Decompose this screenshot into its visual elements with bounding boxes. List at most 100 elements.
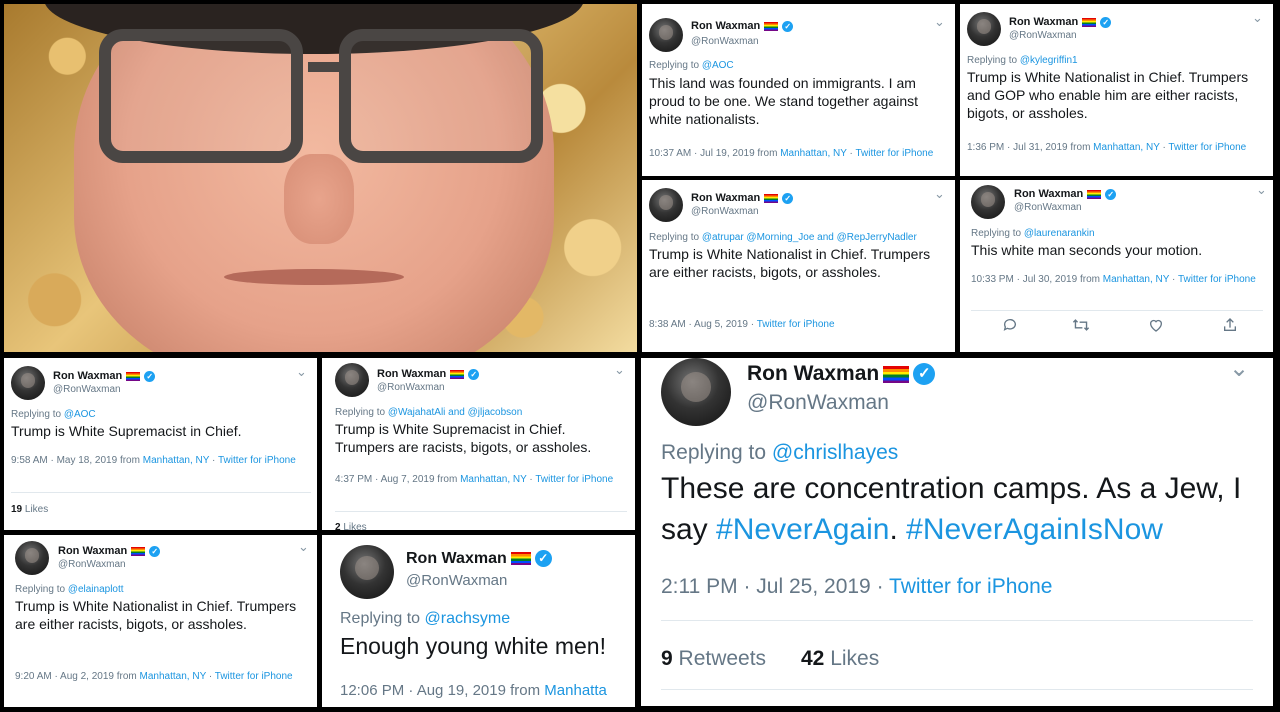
like-icon[interactable] [1148,317,1164,338]
avatar[interactable] [335,363,369,397]
user-name[interactable]: Ron Waxman ✓ [1014,188,1117,200]
tweet-meta: 8:38 AM · Aug 5, 2019 · Twitter for iPho… [649,319,835,330]
user-handle[interactable]: @RonWaxman [1009,30,1077,41]
rainbow-flag-icon [764,21,779,31]
retweet-icon[interactable] [1072,317,1090,338]
reply-mention-link[interactable]: @WajahatAli and @jljacobson [388,407,522,418]
reply-context: Replying to @rachsyme [340,610,511,627]
rainbow-flag-icon [450,369,465,379]
tweet-card: Ron Waxman ✓ @RonWaxman Replying to @rach… [322,535,635,707]
hashtag-link[interactable]: #NeverAgainIsNow [906,513,1163,546]
avatar[interactable] [649,18,683,52]
tweet-text: This white man seconds your motion. [971,242,1203,258]
hashtag-link[interactable]: #NeverAgain [716,513,889,546]
verified-icon: ✓ [144,370,156,382]
user-handle[interactable]: @RonWaxman [58,559,126,570]
location-link[interactable]: Manhattan, NY [780,148,847,159]
location-link[interactable]: Manhattan, NY [140,671,207,682]
tweet-meta: 9:20 AM · Aug 2, 2019 from Manhattan, NY… [15,671,293,682]
user-name[interactable]: Ron Waxman ✓ [406,550,552,568]
tweet-meta: 9:58 AM · May 18, 2019 from Manhattan, N… [11,455,296,466]
user-name[interactable]: Ron Waxman ✓ [691,192,794,204]
user-name[interactable]: Ron Waxman ✓ [747,362,936,386]
user-name[interactable]: Ron Waxman ✓ [691,20,794,32]
rainbow-flag-icon [764,193,779,203]
reply-mention-link[interactable]: @AOC [64,409,96,420]
reply-context: Replying to @elainaplott [15,584,124,595]
likes-count[interactable]: 19 Likes [11,504,48,515]
user-handle[interactable]: @RonWaxman [406,572,507,589]
avatar[interactable] [971,185,1005,219]
source-link[interactable]: Twitter for iPhone [855,148,933,159]
likes-count[interactable]: 42 Likes [801,647,879,671]
avatar[interactable] [15,541,49,575]
source-link[interactable]: Twitter for iPhone [535,474,613,485]
chevron-down-icon[interactable]: ⌄ [1252,10,1263,26]
reply-icon[interactable] [1002,317,1018,338]
retweets-count[interactable]: 9 Retweets [661,647,766,671]
user-handle[interactable]: @RonWaxman [747,391,889,415]
chevron-down-icon[interactable]: ⌄ [296,364,307,380]
reply-mention-link[interactable]: @chrislhayes [772,441,898,464]
user-name[interactable]: Ron Waxman ✓ [58,545,161,557]
reply-mention-link[interactable]: @laurenarankin [1024,228,1095,239]
source-link[interactable]: Twitter for iPhone [218,455,296,466]
source-link[interactable]: Twitter for iPhone [1178,274,1256,285]
location-link[interactable]: Manhattan, NY [143,455,210,466]
verified-icon: ✓ [1105,188,1117,200]
reply-mention-link[interactable]: @atrupar @Morning_Joe and @RepJerryNadle… [702,232,917,243]
user-handle[interactable]: @RonWaxman [1014,202,1082,213]
reply-context: Replying to @laurenarankin [971,228,1095,239]
location-link[interactable]: Manhatta [544,682,607,699]
tweet-meta: 1:36 PM · Jul 31, 2019 from Manhattan, N… [967,142,1247,153]
divider [661,620,1253,621]
tweet-card: Ron Waxman ✓ @RonWaxman ⌄ Replying to @AO… [4,358,317,530]
chevron-down-icon[interactable]: ⌄ [298,539,309,555]
source-link[interactable]: Twitter for iPhone [757,319,835,330]
verified-icon: ✓ [913,363,936,386]
divider [971,310,1263,311]
tweet-meta: 4:37 PM · Aug 7, 2019 from Manhattan, NY… [335,474,614,485]
rainbow-flag-icon [1087,189,1102,199]
avatar[interactable] [340,545,394,599]
reply-mention-link[interactable]: @kylegriffin1 [1020,55,1078,66]
location-link[interactable]: Manhattan, NY [1093,142,1160,153]
verified-icon: ✓ [782,192,794,204]
tweet-meta: 10:37 AM · Jul 19, 2019 from Manhattan, … [649,148,934,159]
tweet-card: Ron Waxman ✓ @RonWaxman ⌄ Replying to @el… [4,535,317,707]
chevron-down-icon[interactable]: ⌄ [614,362,625,378]
chevron-down-icon[interactable]: ⌄ [1256,182,1267,198]
source-link[interactable]: Twitter for iPhone [1168,142,1246,153]
tweet-card: Ron Waxman ✓ @RonWaxman ⌄ Replying to @ky… [960,4,1273,176]
source-link[interactable]: Twitter for iPhone [889,575,1052,598]
tweet-text: Trump is White Nationalist in Chief. Tru… [967,69,1249,121]
tweet-meta: 12:06 PM · Aug 19, 2019 from Manhatta [340,682,607,699]
user-handle[interactable]: @RonWaxman [691,36,759,47]
avatar[interactable] [661,358,731,426]
avatar[interactable] [649,188,683,222]
reply-mention-link[interactable]: @rachsyme [425,610,511,627]
reply-context: Replying to @AOC [11,409,96,420]
chevron-down-icon[interactable]: ⌄ [1229,358,1249,383]
chevron-down-icon[interactable]: ⌄ [934,14,945,30]
share-icon[interactable] [1222,317,1238,338]
user-handle[interactable]: @RonWaxman [53,384,121,395]
likes-count[interactable]: 2 Likes [335,522,367,530]
chevron-down-icon[interactable]: ⌄ [934,186,945,202]
user-name[interactable]: Ron Waxman ✓ [377,368,480,380]
avatar[interactable] [11,366,45,400]
source-link[interactable]: Twitter for iPhone [215,671,293,682]
rainbow-flag-icon [1082,17,1097,27]
user-name[interactable]: Ron Waxman ✓ [1009,16,1112,28]
location-link[interactable]: Manhattan, NY [1103,274,1170,285]
verified-icon: ✓ [534,550,552,568]
avatar[interactable] [967,12,1001,46]
reply-mention-link[interactable]: @elainaplott [68,584,124,595]
reply-context: Replying to @kylegriffin1 [967,55,1078,66]
user-name[interactable]: Ron Waxman ✓ [53,370,156,382]
tweet-text: Trump is White Nationalist in Chief. Tru… [15,598,297,632]
location-link[interactable]: Manhattan, NY [460,474,527,485]
user-handle[interactable]: @RonWaxman [377,382,445,393]
user-handle[interactable]: @RonWaxman [691,206,759,217]
reply-mention-link[interactable]: @AOC [702,60,734,71]
